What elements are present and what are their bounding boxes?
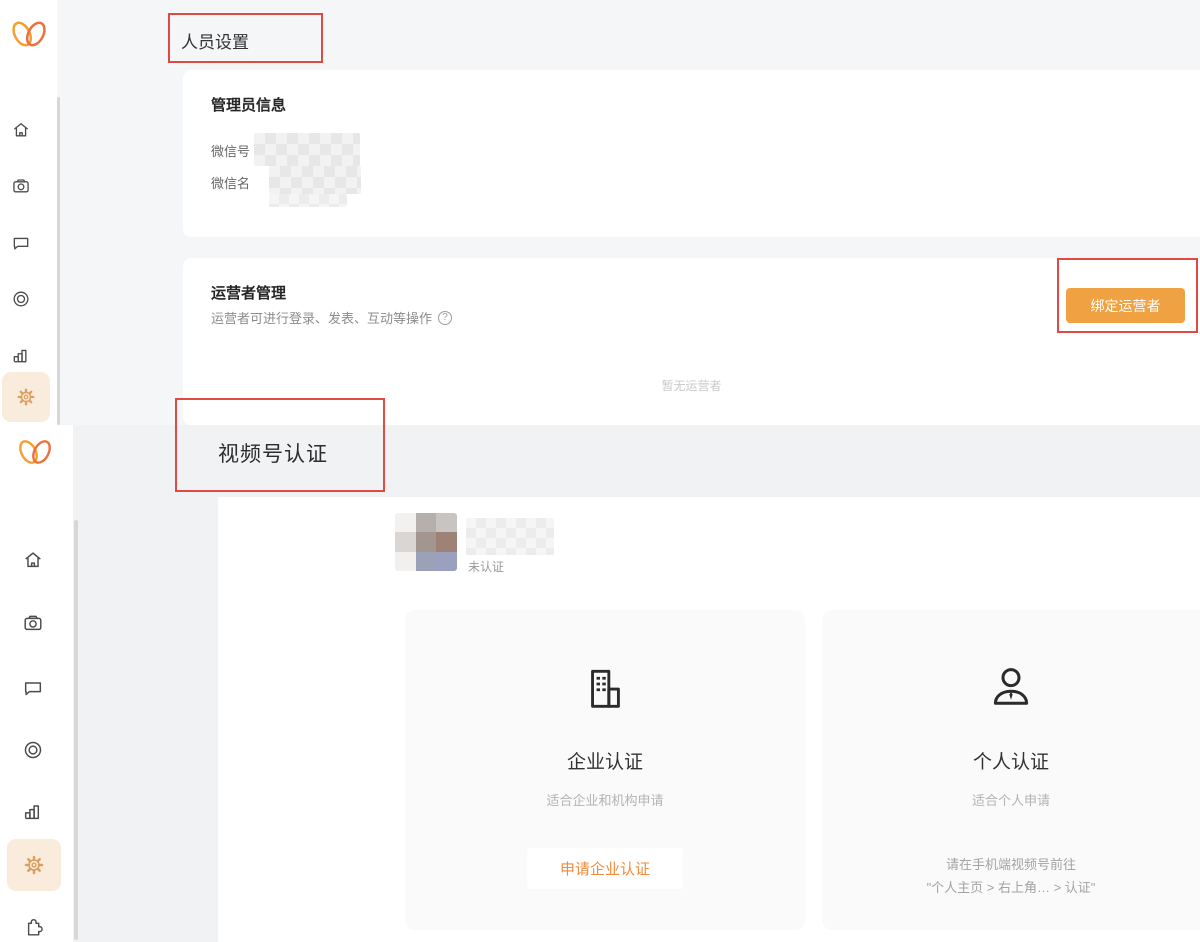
wechat-name-label: 微信名 [211,173,250,192]
home-icon [11,120,31,140]
sidebar-item-stats[interactable] [10,344,32,366]
home-icon [22,549,44,571]
subtitle-text: 运营者可进行登录、发表、互动等操作 [211,308,432,327]
sidebar-item-channels[interactable] [21,738,45,762]
gear-icon [15,386,37,408]
sidebar-item-channels[interactable] [10,288,32,310]
channels-logo-icon [15,432,55,472]
redacted-wechat-name-tail [269,194,347,207]
empty-operators-text: 暂无运营者 [183,377,1200,394]
page-title: 视频号认证 [218,438,328,468]
camera-icon [11,176,31,196]
admin-info-card: 管理员信息 微信号 微信名 [183,70,1200,237]
sidebar-item-settings[interactable] [7,839,61,891]
sidebar-item-comments[interactable] [10,232,32,254]
sidebar-item-content[interactable] [21,611,45,635]
sidebar-item-comments[interactable] [21,676,45,700]
sidebar-item-plugins[interactable] [21,913,45,937]
sidebar-item-settings[interactable] [2,372,50,422]
avatar [395,513,457,571]
enterprise-verification-card: 企业认证 适合企业和机构申请 申请企业认证 [405,610,805,930]
sidebar-item-home[interactable] [21,548,45,572]
personal-verification-card: 个人认证 适合个人申请 请在手机端视频号前往 "个人主页 > 右上角… > 认证… [822,610,1200,930]
target-icon [11,289,31,309]
verification-panel: 未认证 企业认证 适合企业和机构申请 申请企业认证 [218,497,1200,942]
help-icon[interactable]: ? [438,311,452,325]
cert-card-title: 个人认证 [822,747,1200,774]
note-line-1: 请在手机端视频号前往 [822,853,1200,876]
gear-icon [22,853,46,877]
camera-icon [22,612,44,634]
bar-chart-icon [11,345,31,365]
sidebar-item-stats[interactable] [21,799,45,823]
cert-card-title: 企业认证 [405,747,805,774]
person-icon [987,664,1035,712]
comment-icon [11,233,31,253]
sidebar-item-content[interactable] [10,175,32,197]
personnel-settings-screen: 人员设置 管理员信息 微信号 微信名 运营者管理 运营者可进行登录、发表、互动等… [0,0,1200,425]
scrollbar[interactable] [57,97,60,425]
verification-screen: 视频号认证 未认证 企业认证 适合企业和机构申请 申请企业认证 [0,425,1200,942]
sidebar [0,0,57,425]
note-line-2: "个人主页 > 右上角… > 认证" [822,876,1200,899]
operator-subtitle: 运营者可进行登录、发表、互动等操作 ? [211,308,452,327]
building-icon [582,666,628,712]
page-title: 人员设置 [181,28,249,53]
card-title: 管理员信息 [211,94,286,115]
scrollbar[interactable] [74,520,78,940]
wechat-id-label: 微信号 [211,141,250,160]
target-icon [22,739,44,761]
card-title: 运营者管理 [211,282,286,303]
personal-cert-note: 请在手机端视频号前往 "个人主页 > 右上角… > 认证" [822,853,1200,900]
apply-enterprise-cert-button[interactable]: 申请企业认证 [527,848,683,889]
redacted-wechat-name [269,166,361,194]
channels-logo-icon [8,13,50,55]
redacted-account-name [466,518,554,555]
comment-icon [22,677,44,699]
puzzle-icon [22,914,45,937]
bar-chart-icon [22,800,44,822]
operator-management-card: 运营者管理 运营者可进行登录、发表、互动等操作 ? 绑定运营者 暂无运营者 [183,258,1200,425]
status-badge: 未认证 [468,558,504,575]
cert-card-desc: 适合企业和机构申请 [405,790,805,809]
bind-operator-button[interactable]: 绑定运营者 [1066,288,1185,323]
redacted-wechat-id [254,133,360,166]
sidebar [0,425,73,942]
sidebar-item-home[interactable] [10,119,32,141]
cert-card-desc: 适合个人申请 [822,790,1200,809]
